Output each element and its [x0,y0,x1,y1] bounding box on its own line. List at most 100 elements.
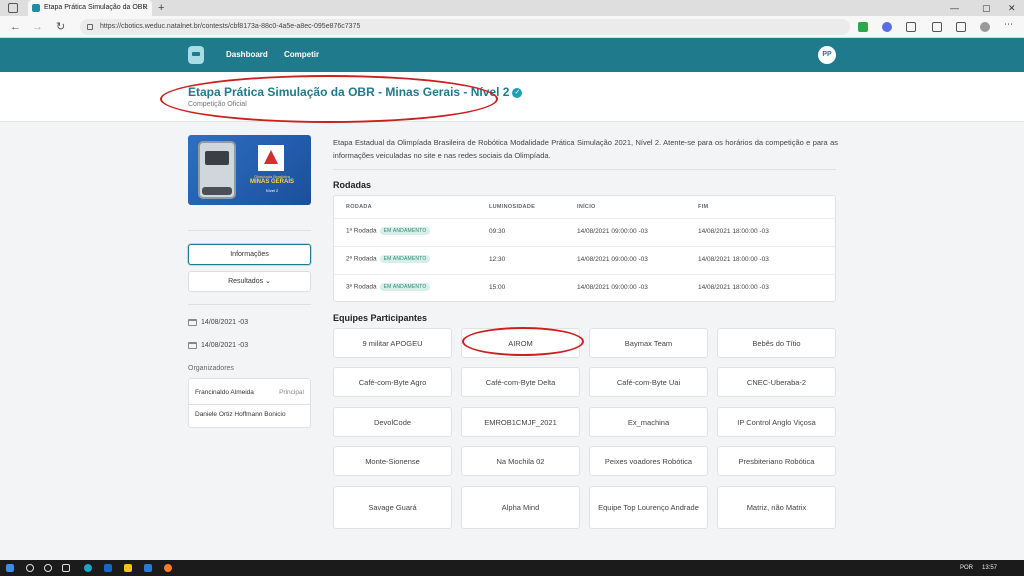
row-divider [334,246,835,247]
url-text: https://cbotics.weduc.natalnet.br/contes… [100,23,361,30]
task-view-icon[interactable] [62,564,70,572]
minimize-button[interactable]: — [950,0,959,16]
row-divider [334,274,835,275]
luminosity-cell: 15:00 [489,284,506,291]
team-card[interactable]: Café-com-Byte Uai [589,367,708,397]
forward-button[interactable]: → [32,19,43,35]
reload-button[interactable]: ↻ [56,19,65,35]
tab-close-icon[interactable]: × [143,0,148,16]
user-avatar[interactable]: PP [818,46,836,64]
team-card[interactable]: IP Control Anglo Viçosa [717,407,836,437]
end-cell: 14/08/2021 18:00:00 -03 [698,256,769,263]
luminosity-cell: 09:30 [489,228,506,235]
team-card[interactable]: Alpha Mind [461,486,580,529]
team-card[interactable]: Peixes voadores Robótica [589,446,708,476]
nav-competir[interactable]: Competir [284,38,319,72]
contest-description: Etapa Estadual da Olimpíada Brasileira d… [333,138,838,160]
close-window-button[interactable]: ✕ [1008,0,1016,16]
site-favicon-icon [32,4,40,12]
browser-tab[interactable]: Etapa Prática Simulação da OBR × [28,0,152,16]
team-card[interactable]: 9 militar APOGEU [333,328,452,358]
banner-title: MINAS GERAIS [249,179,294,185]
team-card[interactable]: Equipe Top Lourenço Andrade [589,486,708,529]
app-header: Dashboard Competir PP [0,38,1024,72]
team-card[interactable]: Ex_machina [589,407,708,437]
teams-title: Equipes Participantes [333,313,428,323]
team-card[interactable]: DevolCode [333,407,452,437]
verified-icon: ✓ [512,87,523,98]
team-card[interactable]: Savage Guará [333,486,452,529]
os-taskbar: POR 13:57 [0,560,1024,576]
windows-start-icon[interactable] [6,564,14,572]
team-card[interactable]: Café-com-Byte Delta [461,367,580,397]
team-card[interactable]: Presbiteriano Robótica [717,446,836,476]
organizer-role: Principal [279,389,304,396]
organizer-name[interactable]: Daniele Ortiz Hoffmann Bonicio [195,411,286,418]
extension-check-icon[interactable] [858,22,868,32]
nav-dashboard[interactable]: Dashboard [226,38,268,72]
content-divider [333,169,836,170]
round-name-cell: 2ª Rodada EM ANDAMENTO [346,255,431,263]
end-cell: 14/08/2021 18:00:00 -03 [698,228,769,235]
maximize-button[interactable]: ▢ [982,0,991,16]
tab-actions-icon[interactable] [8,3,18,13]
browser-toolbar: ← → ↻ https://cbotics.weduc.natalnet.br/… [0,16,1024,38]
luminosity-cell: 12:30 [489,256,506,263]
contest-header: Etapa Prática Simulação da OBR - Minas G… [0,72,1024,122]
start-cell: 14/08/2021 09:00:00 -03 [577,228,648,235]
firefox-icon[interactable] [164,564,172,572]
rounds-table: RODADA LUMINOSIDADE INÍCIO FIM 1ª Rodada… [333,195,836,302]
end-date-text: 14/08/2021 -03 [201,342,249,349]
calendar-icon [188,341,197,349]
robot-illustration [198,141,236,199]
col-fim: FIM [698,204,709,210]
round-name: 2ª Rodada [346,255,377,263]
start-date: 14/08/2021 -03 [188,318,248,328]
collections-icon[interactable] [956,22,966,32]
tab-title: Etapa Prática Simulação da OBR [44,4,148,11]
banner-level: Nível 2 [265,188,279,193]
edge-icon[interactable] [84,564,92,572]
file-explorer-icon[interactable] [124,564,132,572]
minas-gerais-flag-icon [258,145,284,171]
extension-gear-icon[interactable] [882,22,892,32]
extension-puzzle-icon[interactable] [906,22,916,32]
team-card[interactable]: Bebês do Títio [717,328,836,358]
round-name-cell: 3ª Rodada EM ANDAMENTO [346,283,431,291]
col-inicio: INÍCIO [577,204,596,210]
team-card[interactable]: CNEC-Uberaba-2 [717,367,836,397]
status-badge: EM ANDAMENTO [379,255,431,263]
store-icon[interactable] [144,564,152,572]
info-button[interactable]: Informações [188,244,311,265]
app-logo-icon[interactable] [188,46,204,64]
organizer-name[interactable]: Francinaldo Almeida [195,389,254,396]
col-luminosidade: LUMINOSIDADE [489,204,536,210]
address-bar[interactable]: https://cbotics.weduc.natalnet.br/contes… [80,19,850,35]
start-cell: 14/08/2021 09:00:00 -03 [577,256,648,263]
cortana-icon[interactable] [44,564,52,572]
team-card[interactable]: Matriz, não Matrix [717,486,836,529]
back-button[interactable]: ← [10,19,21,35]
team-card[interactable]: EMROB1CMJF_2021 [461,407,580,437]
favorites-icon[interactable] [932,22,942,32]
language-indicator[interactable]: POR [960,560,973,576]
profile-icon[interactable] [980,22,990,32]
results-button[interactable]: Resultados ⌄ [188,271,311,292]
new-tab-button[interactable]: + [158,0,164,16]
organizers-list: Francinaldo Almeida Principal Daniele Or… [188,378,311,428]
outlook-icon[interactable] [104,564,112,572]
calendar-icon [188,318,197,326]
title-annotation-circle [160,75,498,123]
team-card[interactable]: Monte-Sionense [333,446,452,476]
team-card[interactable]: Na Mochila 02 [461,446,580,476]
search-icon[interactable] [26,564,34,572]
browser-tab-bar: Etapa Prática Simulação da OBR × + — ▢ ✕ [0,0,1024,16]
team-card[interactable]: Baymax Team [589,328,708,358]
team-card[interactable]: Café-com-Byte Agro [333,367,452,397]
status-badge: EM ANDAMENTO [379,227,431,235]
more-menu-icon[interactable]: ⋯ [1004,20,1014,30]
round-name-cell: 1ª Rodada EM ANDAMENTO [346,227,431,235]
lock-icon [87,24,93,30]
sidebar-divider [188,304,311,305]
clock[interactable]: 13:57 [982,560,997,576]
